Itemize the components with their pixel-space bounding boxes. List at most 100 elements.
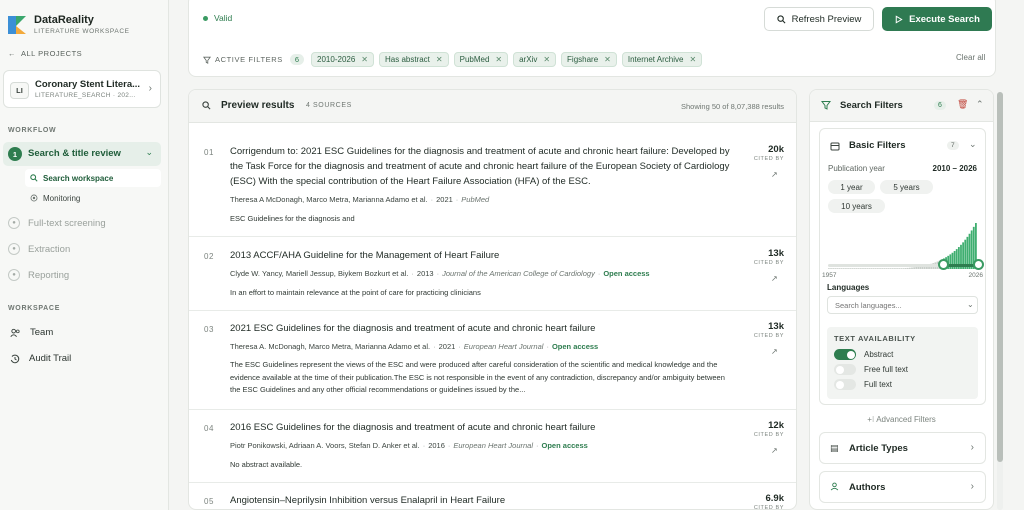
- trash-icon[interactable]: 🗑: [957, 99, 968, 110]
- filter-icon: [203, 56, 211, 64]
- result-item[interactable]: 04 2016 ESC Guidelines for the diagnosis…: [189, 410, 796, 483]
- nav-label: Reporting: [28, 269, 70, 281]
- close-icon[interactable]: ✕: [436, 55, 443, 64]
- filter-chip-year[interactable]: 2010-2026 ✕: [311, 52, 374, 67]
- external-link-icon[interactable]: ↗: [771, 274, 778, 283]
- nav-team[interactable]: Team: [10, 327, 53, 338]
- close-icon[interactable]: ✕: [604, 55, 611, 64]
- result-title[interactable]: 2021 ESC Guidelines for the diagnosis an…: [230, 321, 735, 336]
- cited-label: CITED BY: [753, 333, 784, 339]
- result-index: 02: [204, 252, 214, 261]
- histogram-bar: [883, 268, 886, 269]
- histogram-bar: [862, 268, 864, 269]
- year-slider-max-handle[interactable]: [972, 259, 984, 270]
- histogram-bar: [906, 267, 909, 269]
- result-item[interactable]: 03 2021 ESC Guidelines for the diagnosis…: [189, 311, 796, 410]
- full-text-toggle[interactable]: [834, 379, 856, 390]
- search-icon: [202, 101, 211, 110]
- scrollbar-thumb[interactable]: [997, 92, 1003, 462]
- languages-search-input[interactable]: [827, 296, 978, 314]
- result-journal: European Heart Journal: [463, 342, 544, 351]
- results-sources-count: 4 SOURCES: [306, 102, 352, 109]
- filter-chip-figshare[interactable]: Figshare ✕: [561, 52, 617, 67]
- close-icon[interactable]: ✕: [361, 55, 368, 64]
- result-abstract: The ESC Guidelines represent the views o…: [230, 360, 725, 394]
- nav-extraction[interactable]: ● Extraction: [8, 243, 70, 255]
- cited-label: CITED BY: [753, 505, 784, 510]
- nav-full-text-screening[interactable]: ● Full-text screening: [8, 217, 106, 229]
- result-title[interactable]: Corrigendum to: 2021 ESC Guidelines for …: [230, 144, 735, 189]
- free-full-text-toggle[interactable]: [834, 364, 856, 375]
- result-item[interactable]: 01 Corrigendum to: 2021 ESC Guidelines f…: [189, 123, 796, 237]
- chevron-up-icon[interactable]: ⌃: [976, 99, 984, 110]
- project-selector[interactable]: LI Coronary Stent Litera... LITERATURE_S…: [3, 70, 161, 108]
- external-link-icon[interactable]: ↗: [771, 347, 778, 356]
- execute-search-button[interactable]: Execute Search: [882, 7, 992, 31]
- results-title: Preview results: [221, 100, 295, 111]
- cited-by: 6.9k CITED BY: [734, 493, 784, 510]
- histogram-bar: [872, 268, 875, 269]
- preset-5-years[interactable]: 5 years: [880, 180, 933, 194]
- preset-10-years[interactable]: 10 years: [828, 199, 885, 213]
- result-abstract: No abstract available.: [230, 460, 303, 469]
- workspace-section-label: WORKSPACE: [8, 305, 61, 312]
- chevron-down-icon[interactable]: ⌄: [969, 139, 977, 150]
- panel-scrollbar[interactable]: [997, 92, 1003, 510]
- users-icon: [10, 328, 20, 337]
- result-item[interactable]: 05 Angiotensin–Neprilysin Inhibition ver…: [189, 483, 796, 510]
- close-icon[interactable]: ✕: [543, 55, 550, 64]
- result-title[interactable]: Angiotensin–Neprilysin Inhibition versus…: [230, 493, 735, 508]
- section-label: Authors: [849, 482, 886, 493]
- close-icon[interactable]: ✕: [495, 55, 502, 64]
- chevron-right-icon: ›: [148, 83, 152, 94]
- chevron-down-icon[interactable]: ⌄: [967, 300, 974, 309]
- result-title[interactable]: 2013 ACCF/AHA Guideline for the Manageme…: [230, 248, 735, 263]
- preset-1-year[interactable]: 1 year: [828, 180, 875, 194]
- abstract-toggle[interactable]: [834, 349, 856, 360]
- cited-count: 13k: [768, 321, 784, 332]
- basic-filters-title[interactable]: Basic Filters: [849, 140, 906, 151]
- nav-search-title-review[interactable]: 1 Search & title review ⌄: [3, 142, 161, 166]
- advanced-filters-link[interactable]: +⁝ Advanced Filters: [810, 415, 993, 424]
- histogram-bar: [836, 268, 839, 269]
- filter-chip-internet-archive[interactable]: Internet Archive ✕: [621, 52, 703, 67]
- result-year: 2016: [428, 441, 445, 450]
- open-access-badge: Open access: [541, 441, 588, 450]
- result-meta: Piotr Ponikowski, Adriaan A. Voors, Stef…: [230, 441, 588, 450]
- histogram-bar: [857, 268, 860, 269]
- cited-count: 12k: [768, 420, 784, 431]
- active-filters-label: ACTIVE FILTERS: [203, 55, 283, 64]
- result-abstract: ESC Guidelines for the diagnosis and: [230, 214, 355, 223]
- toggle-row-abstract[interactable]: Abstract: [834, 349, 893, 360]
- external-link-icon[interactable]: ↗: [771, 446, 778, 455]
- advanced-filters-label: Advanced Filters: [876, 415, 936, 424]
- result-meta: Clyde W. Yancy, Mariell Jessup, Biykem B…: [230, 269, 650, 278]
- histogram-bar: [877, 268, 879, 269]
- external-link-icon[interactable]: ↗: [771, 170, 778, 179]
- result-item[interactable]: 02 2013 ACCF/AHA Guideline for the Manag…: [189, 237, 796, 311]
- filter-chip-arxiv[interactable]: arXiv ✕: [513, 52, 557, 67]
- article-types-section[interactable]: ▤ Article Types ›: [819, 432, 986, 464]
- year-slider-track[interactable]: [828, 264, 978, 267]
- toggle-row-full-text[interactable]: Full text: [834, 379, 892, 390]
- brand[interactable]: DataReality LITERATURE WORKSPACE: [7, 14, 130, 35]
- close-icon[interactable]: ✕: [689, 55, 696, 64]
- result-index: 05: [204, 497, 214, 506]
- nav-reporting[interactable]: ● Reporting: [8, 269, 69, 281]
- result-title[interactable]: 2016 ESC Guidelines for the diagnosis an…: [230, 420, 735, 435]
- year-slider-min-handle[interactable]: [937, 259, 949, 270]
- result-year: 2021: [438, 342, 456, 351]
- authors-section[interactable]: Authors ›: [819, 471, 986, 503]
- nav-audit-trail[interactable]: Audit Trail: [10, 353, 71, 364]
- filter-chip-pubmed[interactable]: PubMed ✕: [453, 52, 509, 67]
- all-projects-link[interactable]: ← ALL PROJECTS: [8, 49, 82, 58]
- subnav-search-workspace[interactable]: Search workspace: [25, 169, 161, 187]
- sidebar: DataReality LITERATURE WORKSPACE ← ALL P…: [0, 0, 169, 510]
- filter-chip-has-abstract[interactable]: Has abstract ✕: [379, 52, 449, 67]
- histogram-bar: [898, 268, 901, 269]
- clear-all-link[interactable]: Clear all: [956, 53, 985, 62]
- toggle-row-free-full-text[interactable]: Free full text: [834, 364, 908, 375]
- subnav-monitoring[interactable]: Monitoring: [25, 189, 161, 207]
- toggle-knob: [835, 380, 844, 389]
- refresh-preview-button[interactable]: Refresh Preview: [764, 7, 874, 31]
